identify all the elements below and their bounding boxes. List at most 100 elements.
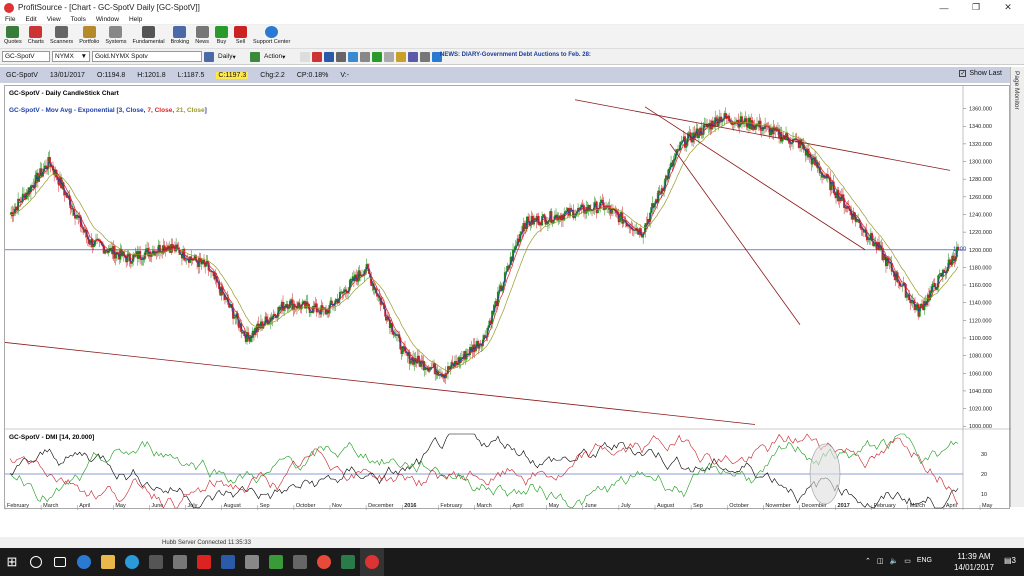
tool-icon[interactable]: [312, 51, 322, 62]
action-menu[interactable]: Action ▾: [262, 51, 298, 62]
candle-body: [601, 199, 604, 203]
sell-button[interactable]: Sell: [234, 25, 247, 45]
app-button[interactable]: [192, 548, 216, 576]
page-monitor-tab[interactable]: Page Monitor: [1010, 67, 1024, 507]
menu-tools[interactable]: Tools: [71, 16, 86, 23]
candle-body: [581, 204, 584, 206]
notification-center-icon[interactable]: ▤3: [1004, 556, 1016, 565]
menu-view[interactable]: View: [47, 16, 61, 23]
volume-icon[interactable]: 🔈: [889, 557, 898, 565]
candle-body: [455, 360, 458, 364]
x-tick-label: 2016: [404, 503, 416, 509]
fundamental-icon: [142, 26, 156, 38]
task-view-button[interactable]: [48, 548, 72, 576]
candle-body: [860, 228, 863, 230]
clock[interactable]: 11:39 AM 14/01/2017: [954, 551, 994, 573]
chrome-app[interactable]: [312, 548, 336, 576]
y-tick-label: 1000.000: [969, 424, 992, 430]
candle-body: [603, 209, 606, 211]
candle-body: [948, 259, 951, 262]
app-button[interactable]: [336, 548, 360, 576]
action-icon[interactable]: [250, 51, 260, 62]
app-button[interactable]: [216, 548, 240, 576]
y-tick-label: 1360.000: [969, 107, 992, 113]
calculator-app[interactable]: [168, 548, 192, 576]
x-tick-label: Sep: [693, 503, 703, 509]
info-change-percent: CP:0.18%: [296, 71, 329, 79]
edge-app[interactable]: [72, 548, 96, 576]
candle-body: [545, 224, 548, 225]
tool-icon[interactable]: [396, 51, 406, 62]
close-button[interactable]: ✕: [992, 0, 1024, 15]
quotes-button[interactable]: Quotes: [4, 25, 22, 45]
tool-icon[interactable]: [360, 51, 370, 62]
charts-button[interactable]: Charts: [28, 25, 44, 45]
scanners-button[interactable]: Scanners: [50, 25, 73, 45]
chart-marks: [4, 86, 1011, 510]
tool-icon[interactable]: [372, 51, 382, 62]
buy-button[interactable]: Buy: [215, 25, 228, 45]
exchange-select[interactable]: NYMX ▼: [52, 51, 90, 62]
app-button[interactable]: [144, 548, 168, 576]
news-ticker[interactable]: NEWS: DIARY-Government Debt Auctions to …: [440, 52, 591, 58]
support-center-button[interactable]: Support Center: [253, 25, 290, 45]
tool-icon[interactable]: [300, 51, 310, 62]
menu-file[interactable]: File: [5, 16, 15, 23]
dmi-title: GC-SpotV - DMI [14, 20.000]: [9, 434, 94, 441]
network-icon[interactable]: ◫: [877, 557, 884, 565]
symbol-input[interactable]: GC-SpotV: [2, 51, 50, 62]
x-tick-label: June: [585, 503, 597, 509]
menu-window[interactable]: Window: [96, 16, 119, 23]
news-button[interactable]: News: [195, 25, 209, 45]
app-button[interactable]: [288, 548, 312, 576]
app-icon: [245, 555, 259, 569]
app-button[interactable]: [240, 548, 264, 576]
dmi-tick-label: 10: [981, 492, 987, 498]
ma-legend: GC-SpotV - Mov Avg - Exponential [3, Clo…: [9, 107, 207, 114]
x-tick-label: July: [621, 503, 631, 509]
fundamental-button[interactable]: Fundamental: [132, 25, 165, 45]
candle-body: [81, 226, 84, 228]
y-tick-label: 1240.000: [969, 212, 992, 218]
chart-svg: GC-SpotV - Daily CandleStick Chart GC-Sp…: [4, 86, 1011, 510]
skype-app[interactable]: [120, 548, 144, 576]
tool-icon[interactable]: [384, 51, 394, 62]
portfolio-button[interactable]: Portfolio: [79, 25, 99, 45]
y-tick-label: 1140.000: [969, 301, 992, 307]
keyboard-icon[interactable]: ▭: [904, 557, 911, 565]
systems-button[interactable]: Systems: [105, 25, 126, 45]
candle-body: [697, 135, 700, 138]
show-last-checkbox[interactable]: ✓ Show Last: [959, 70, 1002, 77]
maximize-button[interactable]: ❐: [960, 0, 992, 15]
security-name-field[interactable]: Gold.NYMX Spotv: [92, 51, 202, 62]
period-select[interactable]: Daily ▾: [216, 51, 248, 62]
price-chart-panel[interactable]: GC-SpotV - Daily CandleStick Chart GC-Sp…: [4, 85, 1011, 510]
tool-icon[interactable]: [348, 51, 358, 62]
tool-icon[interactable]: [408, 51, 418, 62]
x-tick-label: Nov: [332, 503, 342, 509]
broking-button[interactable]: Broking: [171, 25, 189, 45]
app-button[interactable]: [264, 548, 288, 576]
main-toolbar: Quotes Charts Scanners Portfolio Systems…: [0, 25, 1024, 49]
tool-icon[interactable]: [336, 51, 346, 62]
y-tick-label: 1260.000: [969, 195, 992, 201]
trendline-upper: [574, 99, 951, 171]
chevron-up-icon[interactable]: ⌃: [865, 557, 871, 565]
candle-body: [658, 190, 661, 193]
minimize-button[interactable]: —: [928, 0, 960, 15]
explorer-app[interactable]: [96, 548, 120, 576]
search-button[interactable]: [24, 548, 48, 576]
tool-icon[interactable]: [420, 51, 430, 62]
taskbar: ⊞ ⌃ ◫ 🔈 ▭ ENG 11:39 AM 14/01/2017 ▤3: [0, 548, 1024, 576]
candle-body: [713, 126, 716, 128]
tool-icon[interactable]: [324, 51, 334, 62]
menu-edit[interactable]: Edit: [25, 16, 36, 23]
menu-help[interactable]: Help: [129, 16, 142, 23]
profitsource-app[interactable]: [360, 548, 384, 576]
chart-type-icon[interactable]: [204, 51, 214, 62]
language-indicator[interactable]: ENG: [917, 557, 932, 565]
candle-body: [523, 223, 526, 227]
broking-icon: [173, 26, 187, 38]
candle-body: [938, 274, 941, 276]
start-button[interactable]: ⊞: [0, 548, 24, 576]
